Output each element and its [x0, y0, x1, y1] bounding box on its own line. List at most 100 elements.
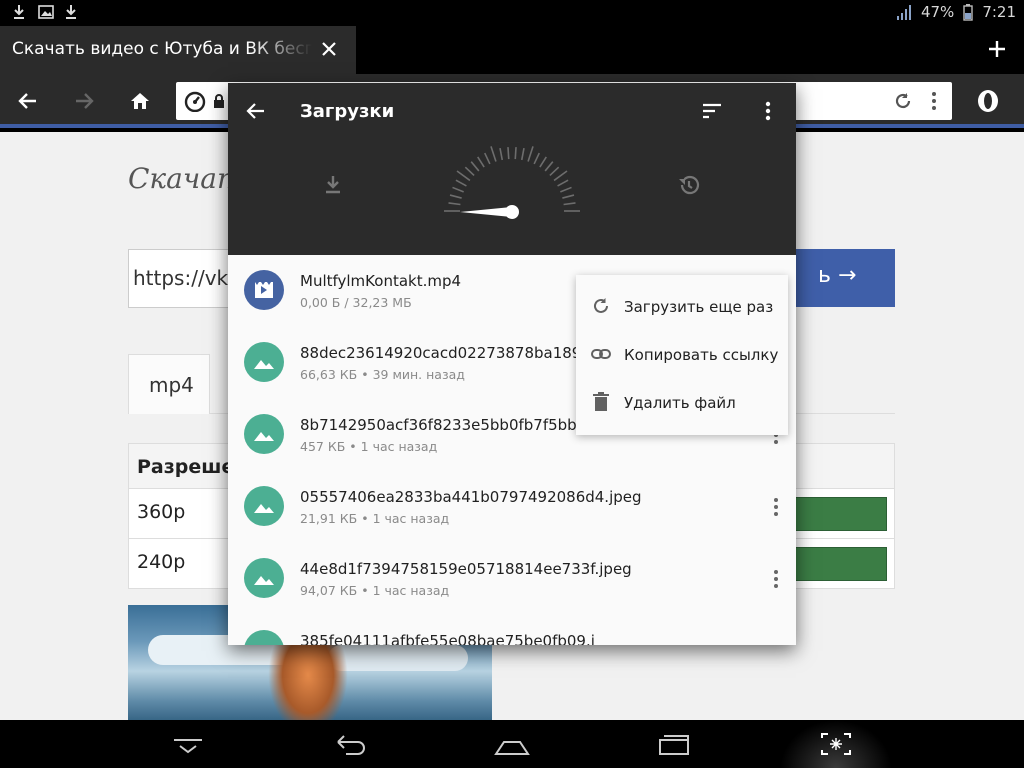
file-time: 1 час назад [372, 583, 450, 598]
gauge-tick [484, 152, 491, 165]
signal-icon [896, 5, 911, 20]
item-more-icon[interactable] [766, 495, 786, 519]
image-file-icon [244, 558, 284, 598]
home-icon[interactable] [126, 87, 154, 115]
menu-item-redownload[interactable]: Загрузить еще раз [576, 283, 788, 331]
video-file-icon [244, 270, 284, 310]
browser-tab[interactable]: Скачать видео с Ютуба и ВК бесплатно [0, 26, 356, 74]
gauge-tick [456, 170, 471, 182]
gauge-tick [452, 186, 464, 193]
file-name: 8b7142950acf36f8233e5bb0fb7f5bbe.j [300, 416, 595, 434]
opera-menu-icon[interactable] [974, 87, 1002, 115]
menu-item-copy-link[interactable]: Копировать ссылку [576, 331, 788, 379]
menu-item-label: Удалить файл [624, 394, 736, 412]
image-icon [38, 5, 54, 19]
gauge-tick [470, 161, 480, 172]
file-size: 94,07 КБ [300, 583, 358, 598]
menu-dots-icon[interactable] [928, 90, 940, 112]
meta-separator: • [361, 367, 369, 382]
gauge-tick [557, 179, 569, 187]
more-vert-icon[interactable] [756, 99, 780, 123]
reload-icon [594, 298, 608, 313]
sort-icon[interactable] [700, 99, 724, 123]
file-name: 385fe04111afbfe55e08bae75be0fb09.j [300, 632, 595, 645]
item-more-icon[interactable] [766, 567, 786, 591]
meta-separator: • [361, 583, 369, 598]
menu-item-label: Копировать ссылку [624, 346, 779, 364]
gauge-tick [553, 170, 568, 182]
download-item[interactable]: 44e8d1f7394758159e05718814ee733f.jpeg 94… [228, 543, 796, 615]
status-bar: 47% 7:21 [0, 0, 1024, 26]
new-tab-icon[interactable] [986, 38, 1008, 60]
file-size: 0,00 Б / 32,23 МБ [300, 295, 412, 310]
file-meta: 0,00 Б / 32,23 МБ [300, 295, 412, 310]
menu-item-delete[interactable]: Удалить файл [576, 379, 788, 427]
status-right: 47% 7:21 [895, 3, 1016, 21]
gauge-tick [507, 147, 510, 160]
gauge-tick [520, 147, 525, 161]
gauge-tick [562, 194, 575, 199]
gauge-tick [490, 146, 497, 162]
file-meta: 66,63 КБ • 39 мин. назад [300, 367, 465, 382]
gauge-needle [460, 207, 512, 217]
page-heading: Скачат [128, 162, 244, 195]
lock-icon [214, 94, 224, 108]
gauge-hub [505, 205, 519, 219]
home-nav-icon[interactable] [492, 728, 532, 760]
download-submit-button[interactable]: ь → [780, 249, 895, 307]
gauge-tick [527, 146, 534, 162]
menu-item-label: Загрузить еще раз [624, 298, 774, 316]
speed-dial-icon[interactable] [184, 90, 206, 112]
gauge-tick [477, 156, 485, 168]
download-item[interactable]: 385fe04111afbfe55e08bae75be0fb09.j [228, 615, 796, 645]
file-time: 1 час назад [360, 439, 438, 454]
forward-icon[interactable] [70, 87, 98, 115]
image-file-icon [244, 486, 284, 526]
battery-percent: 47% [920, 3, 955, 21]
gauge-tick [549, 166, 560, 176]
meta-separator: • [361, 511, 369, 526]
history-icon [679, 175, 700, 195]
clock: 7:21 [982, 3, 1016, 21]
back-arrow-icon[interactable] [244, 99, 268, 123]
gauge-tick [448, 202, 461, 206]
speed-gauge [444, 146, 580, 219]
gauge-tick [449, 194, 462, 199]
link-icon [591, 349, 611, 359]
file-size: 457 КБ [300, 439, 346, 454]
gauge-tick [464, 166, 475, 176]
item-context-menu: Загрузить еще раз Копировать ссылку Удал… [576, 275, 788, 435]
download-item[interactable]: 05557406ea2833ba441b0797492086d4.jpeg 21… [228, 471, 796, 543]
file-meta: 457 КБ • 1 час назад [300, 439, 437, 454]
reload-icon[interactable] [892, 90, 914, 112]
gauge-tick [514, 147, 517, 160]
gauge-tick [539, 156, 547, 168]
screenshot-icon[interactable] [816, 728, 856, 760]
file-time: 39 мин. назад [372, 367, 465, 382]
thumb-cloud [328, 645, 468, 671]
image-file-icon [244, 414, 284, 454]
download-icon [14, 5, 24, 19]
file-name: 88dec23614920cacd02273878ba1892 [300, 344, 591, 362]
back-icon[interactable] [14, 87, 42, 115]
format-tab-mp4[interactable]: mp4 [128, 354, 210, 414]
gauge-tick [533, 152, 540, 165]
meta-separator: • [349, 439, 357, 454]
gauge-tick [499, 147, 504, 161]
download-icon [326, 176, 340, 194]
recent-apps-icon[interactable] [654, 728, 694, 760]
image-file-icon [244, 342, 284, 382]
resolution-label: 360p [137, 501, 186, 523]
file-size: 66,63 КБ [300, 367, 358, 382]
hide-keyboard-icon[interactable] [168, 728, 208, 760]
system-nav-bar [0, 720, 1024, 768]
file-time: 1 час назад [372, 511, 450, 526]
downloads-title: Загрузки [300, 101, 395, 122]
file-size: 21,91 КБ [300, 511, 358, 526]
file-name: 05557406ea2833ba441b0797492086d4.jpeg [300, 488, 642, 506]
back-nav-icon[interactable] [330, 728, 370, 760]
battery-icon [963, 4, 974, 21]
file-meta: 21,91 КБ • 1 час назад [300, 511, 449, 526]
close-tab-icon[interactable] [318, 38, 340, 60]
file-meta: 94,07 КБ • 1 час назад [300, 583, 449, 598]
